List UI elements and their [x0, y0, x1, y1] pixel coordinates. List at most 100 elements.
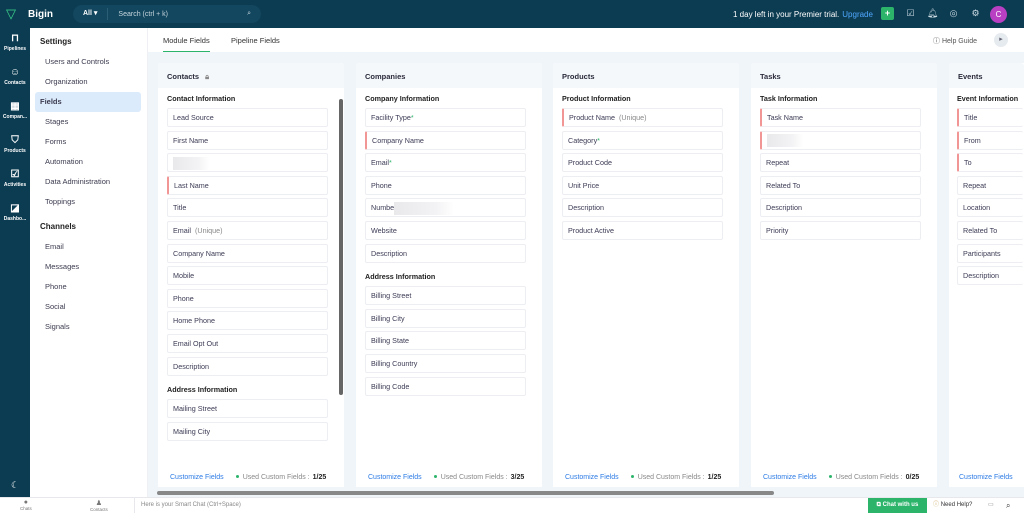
field-item[interactable]: Company Name — [167, 243, 328, 263]
sidebar-item-organization[interactable]: Organization — [35, 72, 141, 92]
sidebar-item-users-and-controls[interactable]: Users and Controls — [35, 52, 141, 72]
sidebar-item-automation[interactable]: Automation — [35, 152, 141, 172]
customize-fields-link[interactable]: Customize Fields — [170, 474, 224, 481]
need-help-button[interactable]: ⓘ Need Help? — [933, 498, 972, 513]
field-item[interactable]: Task Name — [760, 108, 921, 127]
sidebar-item-data-administration[interactable]: Data Administration — [35, 172, 141, 192]
field-item[interactable]: Mailing Street — [167, 399, 328, 419]
global-search[interactable]: All ▾ Search (ctrl + k) ⌕ — [73, 5, 261, 23]
upgrade-link[interactable]: Upgrade — [842, 10, 873, 19]
field-item[interactable]: Description — [957, 266, 1023, 286]
field-item[interactable]: Product Code — [562, 153, 723, 173]
field-item[interactable]: Email Opt Out — [167, 333, 328, 353]
field-item[interactable]: Description — [760, 198, 921, 218]
field-item[interactable]: Participants — [957, 243, 1023, 263]
sidebar-item-messages[interactable]: Messages — [35, 257, 141, 277]
vertical-scrollbar[interactable] — [339, 99, 343, 395]
customize-fields-link[interactable]: Customize Fields — [565, 474, 619, 481]
field-item[interactable]: From — [957, 130, 1023, 150]
field-item[interactable]: Billing Country — [365, 353, 526, 373]
field-item[interactable]: Email (Unique) — [167, 220, 328, 240]
search-scope-dropdown[interactable]: All ▾ — [73, 8, 109, 20]
field-item[interactable]: Unit Price — [562, 175, 723, 195]
rail-item-contacts[interactable]: ☺ Contacts — [0, 62, 30, 96]
sidebar-item-toppings[interactable]: Toppings — [35, 192, 141, 212]
customize-fields-link[interactable]: Customize Fields — [763, 474, 817, 481]
field-item[interactable]: Billing State — [365, 331, 526, 351]
field-item[interactable]: Mobile — [167, 266, 328, 286]
avatar[interactable]: C — [990, 6, 1007, 23]
field-item[interactable]: Last Name — [167, 175, 328, 195]
bell-icon[interactable]: 🔔︎ — [926, 7, 939, 20]
field-item[interactable]: Billing Street — [365, 286, 526, 306]
bigin-logo-icon[interactable]: ▽ — [6, 7, 20, 21]
play-video-icon[interactable]: ▸ — [994, 33, 1008, 47]
field-label: Home Phone — [173, 316, 215, 326]
sidebar-item-stages[interactable]: Stages — [35, 112, 141, 132]
field-item[interactable]: Website — [365, 220, 526, 240]
horizontal-scrollbar[interactable] — [157, 491, 774, 495]
customize-fields-link[interactable]: Customize Fields — [959, 474, 1013, 481]
field-item[interactable]: Billing City — [365, 308, 526, 328]
field-item[interactable]: Mailing City — [167, 421, 328, 441]
sidebar-item-forms[interactable]: Forms — [35, 132, 141, 152]
chat-with-us-button[interactable]: ⧉ Chat with us — [868, 498, 927, 513]
rail-item-dashboards[interactable]: ◪ Dashbo... — [0, 198, 30, 232]
field-item[interactable]: Numbe — [365, 198, 526, 218]
module-cards-area: Contacts 🔒︎ Contact Information Lead Sourc… — [148, 52, 1024, 497]
customize-fields-link[interactable]: Customize Fields — [368, 474, 422, 481]
field-item[interactable]: Category* — [562, 130, 723, 150]
sidebar-item-social[interactable]: Social — [35, 297, 141, 317]
rail-item-activities[interactable]: ☑ Activities — [0, 164, 30, 198]
add-icon[interactable]: + — [881, 7, 894, 20]
sidebar-item-email[interactable]: Email — [35, 237, 141, 257]
field-item[interactable]: Location — [957, 198, 1023, 218]
sidebar-item-phone[interactable]: Phone — [35, 277, 141, 297]
field-item[interactable]: Phone — [365, 175, 526, 195]
tasks-check-icon[interactable]: ☑ — [904, 7, 917, 20]
field-item[interactable]: Priority — [760, 220, 921, 240]
tab-pipeline-fields[interactable]: Pipeline Fields — [231, 36, 280, 45]
field-item[interactable]: Repeat — [957, 175, 1023, 195]
rail-item-companies[interactable]: ▦ Compan... — [0, 96, 30, 130]
field-item[interactable]: Lead Source — [167, 108, 328, 127]
field-item[interactable]: Description — [167, 356, 328, 376]
field-item[interactable]: Description — [365, 243, 526, 263]
field-item[interactable]: Home Phone — [167, 311, 328, 331]
field-item[interactable] — [760, 130, 921, 150]
field-item[interactable]: To — [957, 153, 1023, 173]
gear-icon[interactable]: ⚙ — [969, 7, 982, 20]
search-input[interactable]: Search (ctrl + k) — [108, 11, 247, 18]
field-item[interactable]: Phone — [167, 288, 328, 308]
used-count: 3/25 — [510, 473, 525, 481]
dark-mode-moon-icon[interactable]: ☾ — [0, 480, 30, 491]
field-item[interactable]: Company Name — [365, 130, 526, 150]
help-guide-link[interactable]: ⓘ Help Guide — [933, 36, 977, 46]
field-item[interactable]: First Name — [167, 130, 328, 150]
dashboards-icon: ◪ — [10, 203, 20, 214]
sidebar-item-signals[interactable]: Signals — [35, 317, 141, 337]
field-item[interactable]: Facility Type* — [365, 108, 526, 127]
toppings-icon[interactable]: ◎ — [947, 7, 960, 20]
rail-item-products[interactable]: ⛉ Products — [0, 130, 30, 164]
rail-item-pipelines[interactable]: ⊓ Pipelines — [0, 28, 30, 62]
field-item[interactable]: Product Active — [562, 220, 723, 240]
field-item[interactable]: Product Name (Unique) — [562, 108, 723, 127]
tab-module-fields[interactable]: Module Fields — [163, 36, 210, 53]
field-item[interactable] — [167, 153, 328, 173]
search-icon[interactable]: ⌕ — [1006, 498, 1010, 513]
field-item[interactable]: Repeat — [760, 153, 921, 173]
contacts-button[interactable]: ♟ Contacts — [90, 499, 108, 512]
field-item[interactable]: Related To — [760, 175, 921, 195]
smart-chat-input[interactable]: Here is your Smart Chat (Ctrl+Space) — [134, 498, 241, 513]
field-item[interactable]: Title — [167, 198, 328, 218]
field-item[interactable]: Email* — [365, 153, 526, 173]
chats-button[interactable]: ● Chats — [20, 499, 32, 511]
field-item[interactable]: Billing Code — [365, 376, 526, 396]
field-item[interactable]: Title — [957, 108, 1023, 127]
field-item[interactable]: Description — [562, 198, 723, 218]
field-item[interactable]: Related To — [957, 220, 1023, 240]
sidebar-item-fields[interactable]: Fields — [35, 92, 141, 112]
notes-icon[interactable]: ▭ — [988, 498, 994, 513]
search-icon[interactable]: ⌕ — [247, 10, 251, 18]
